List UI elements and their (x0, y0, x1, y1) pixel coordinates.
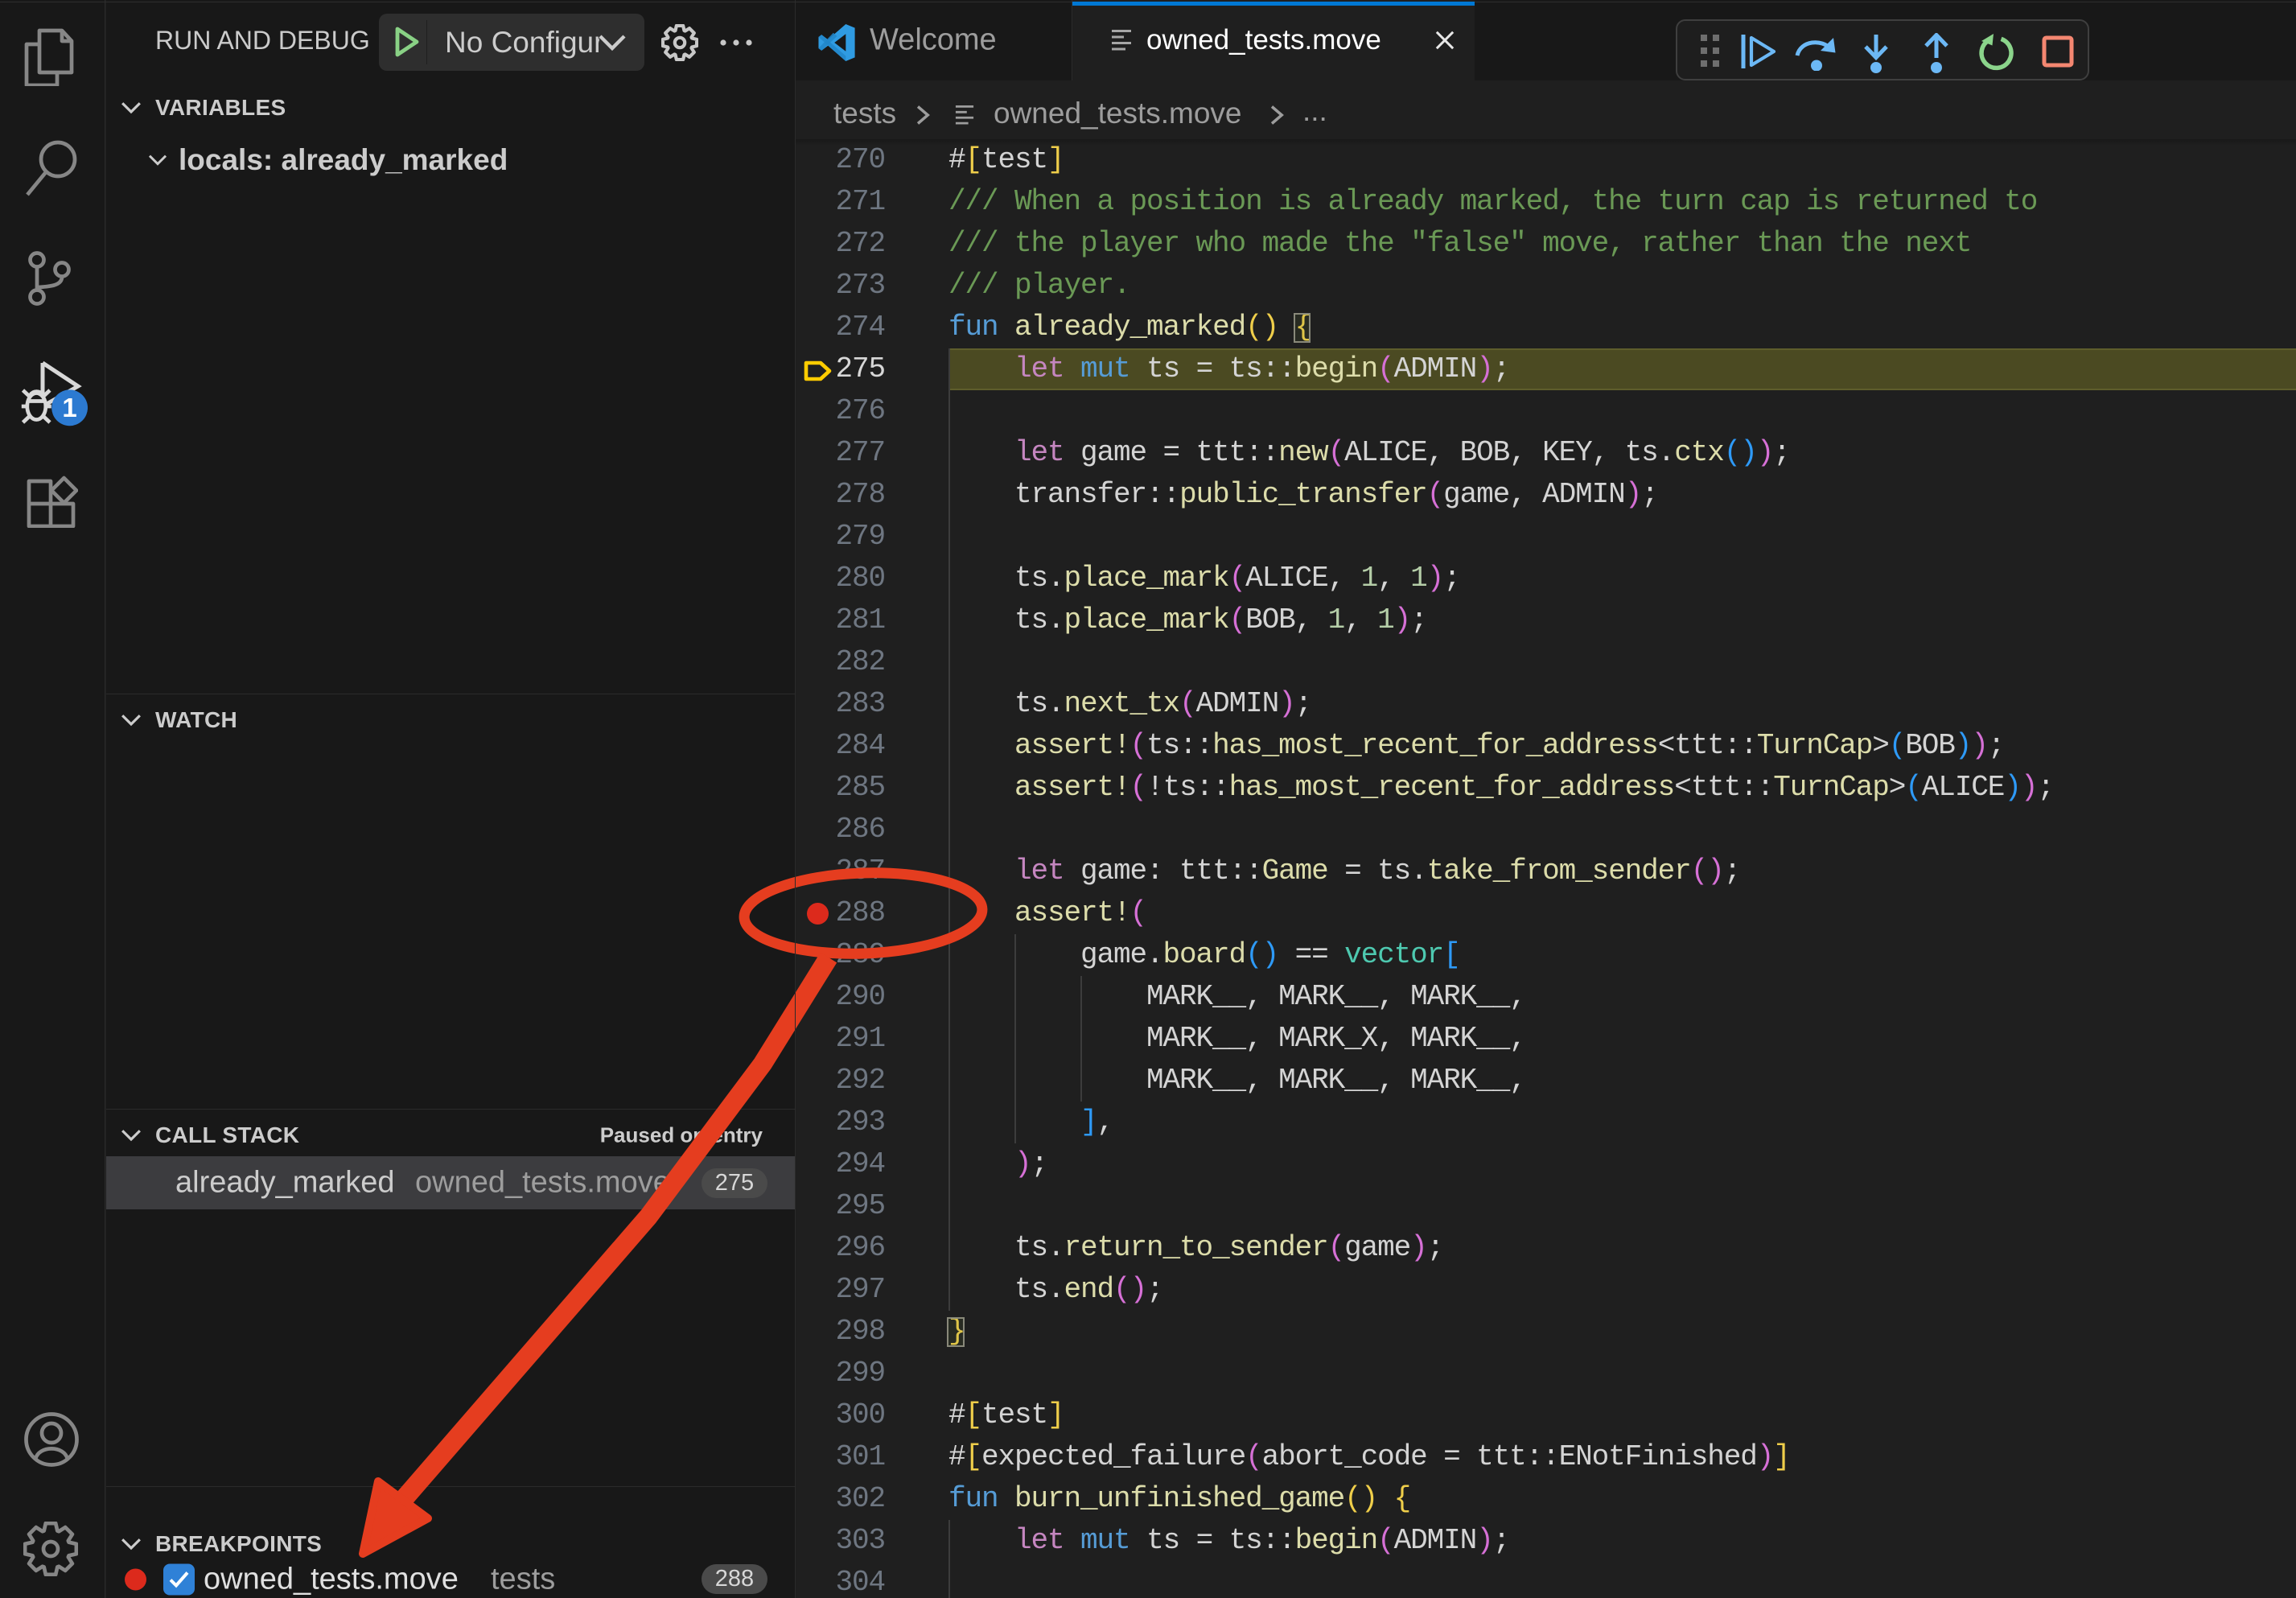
svg-text:1: 1 (62, 393, 76, 422)
